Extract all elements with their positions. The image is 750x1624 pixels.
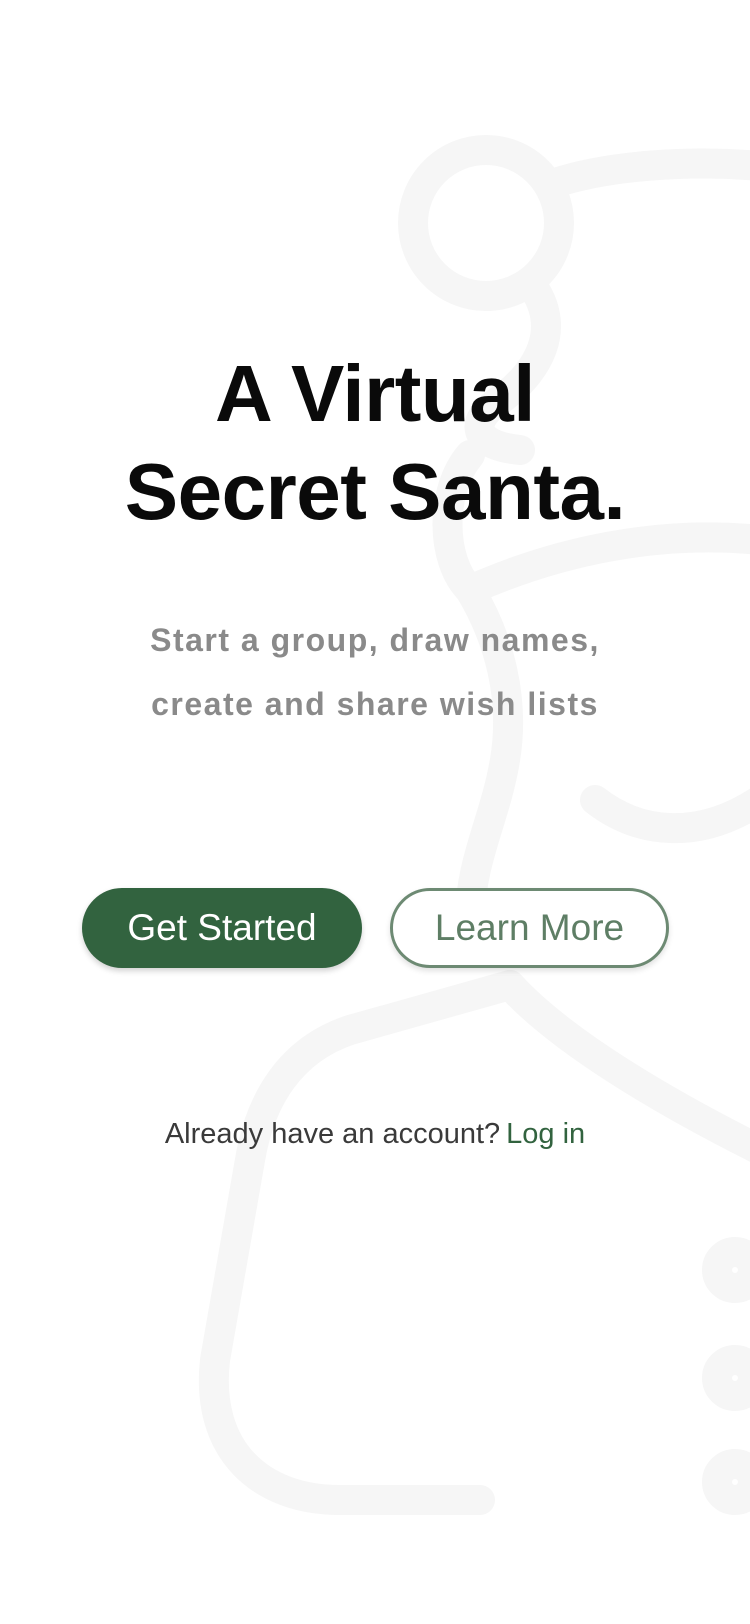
hero-title: A Virtual Secret Santa. [0, 345, 750, 541]
get-started-button[interactable]: Get Started [82, 888, 362, 968]
login-row: Already have an account? Log in [0, 1114, 750, 1154]
login-prompt-text: Already have an account? [164, 1118, 501, 1150]
santa-outline-illustration-icon [198, 135, 750, 1515]
hero-title-line-2: Secret Santa. [124, 447, 626, 536]
login-link[interactable]: Log in [506, 1118, 585, 1150]
subtitle-line-2: create and share wish lists [151, 686, 599, 722]
subtitle-line-1: Start a group, draw names, [150, 622, 600, 658]
hero-subtitle: Start a group, draw names, create and sh… [0, 608, 750, 736]
learn-more-button[interactable]: Learn More [390, 888, 669, 968]
hero-title-line-1: A Virtual [214, 349, 536, 438]
